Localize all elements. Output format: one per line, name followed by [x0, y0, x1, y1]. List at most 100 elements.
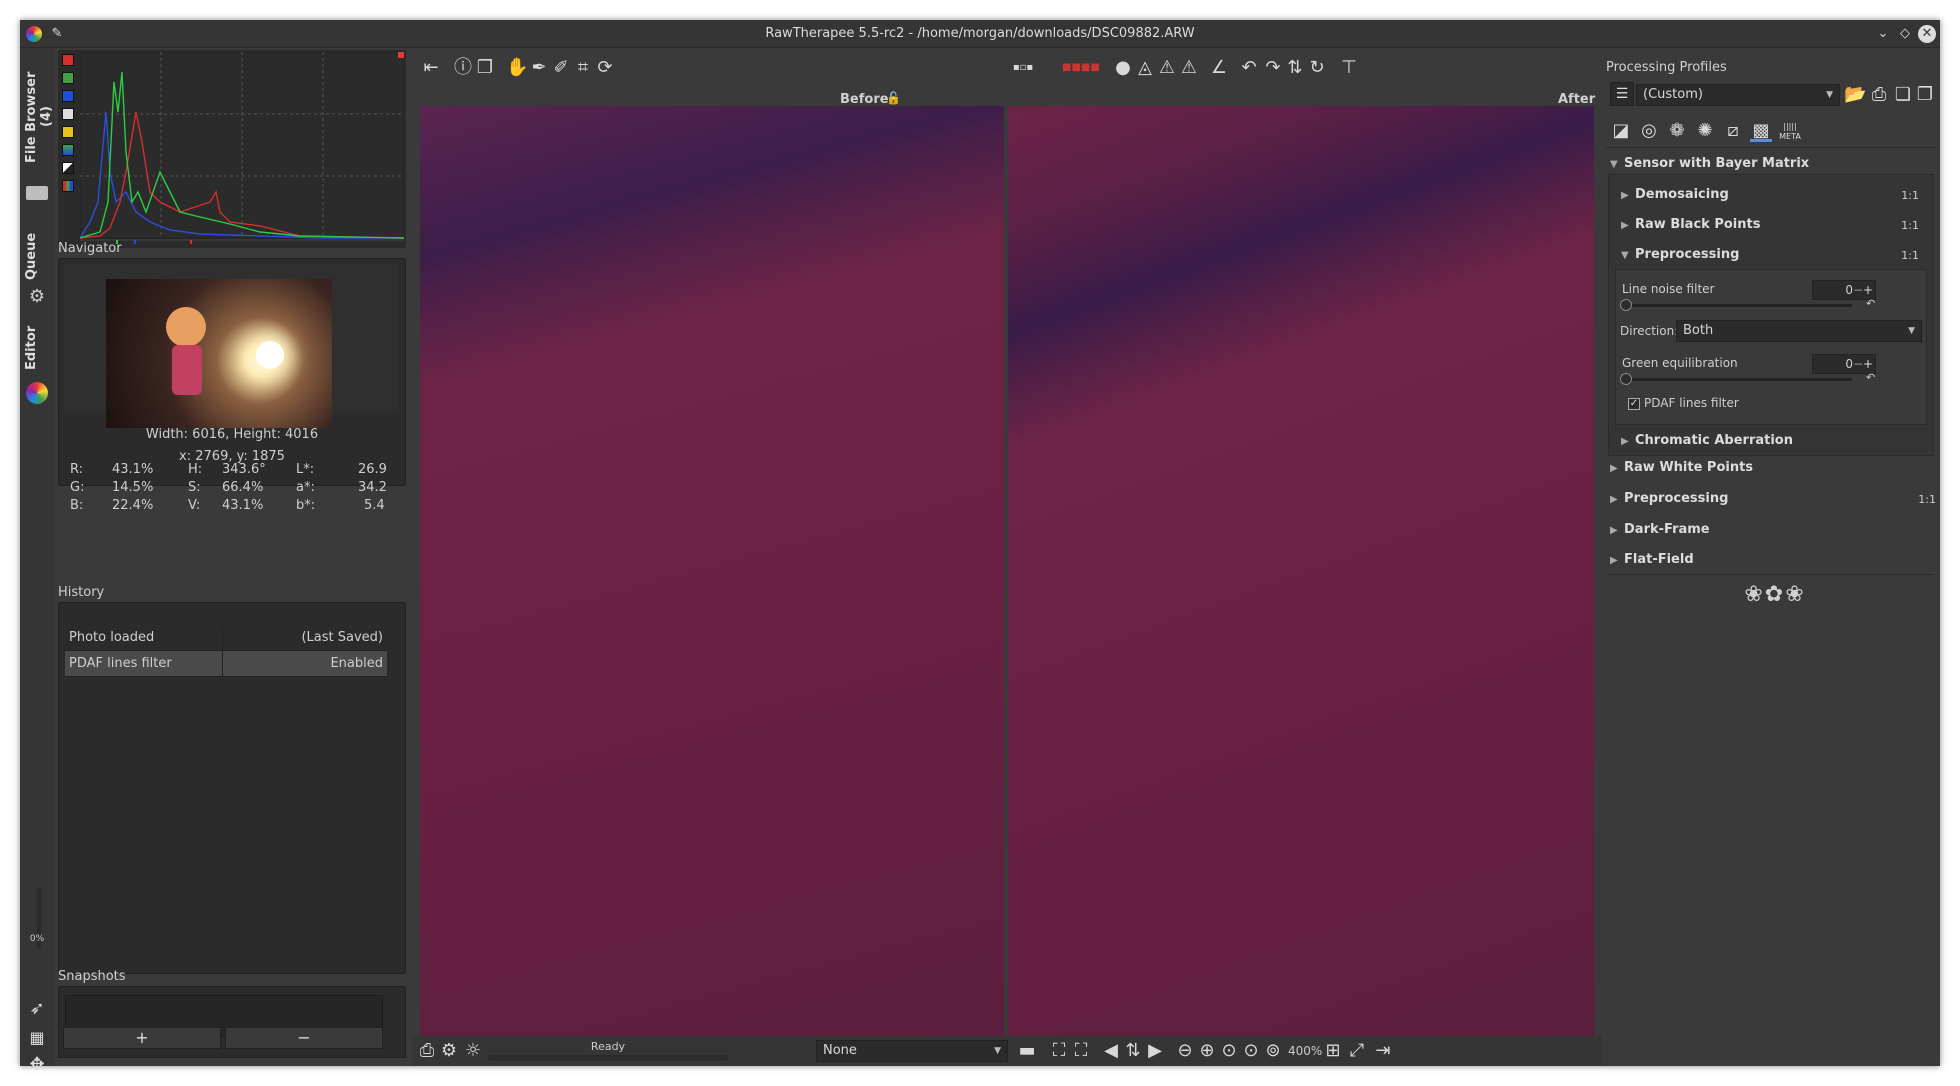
demosaicing-header[interactable]: ▶ Demosaicing — [1621, 187, 1729, 202]
send-to-editor-icon[interactable]: ➶ — [26, 998, 48, 1020]
focus-mask-icon[interactable]: ● — [1112, 57, 1134, 79]
reset-icon[interactable]: ↶ — [1866, 371, 1875, 384]
green-equilibration-slider[interactable] — [1624, 378, 1852, 381]
next-image-icon[interactable]: ▶ — [1144, 1040, 1166, 1062]
soft-proof-icon[interactable]: ⛶ — [1048, 1040, 1070, 1062]
fullscreen-icon[interactable]: ⤢ — [1346, 1040, 1368, 1062]
remove-snapshot-button[interactable]: − — [225, 1027, 383, 1049]
save-icon[interactable]: ⎙ — [416, 1040, 438, 1062]
direction-select[interactable]: Both ▼ — [1676, 320, 1922, 342]
zoom-out-icon[interactable]: ⊖ — [1174, 1040, 1196, 1062]
green-equilibration-knob[interactable] — [1620, 373, 1632, 385]
chromatic-aberration-header[interactable]: ▶ Chromatic Aberration — [1621, 433, 1793, 448]
straighten-icon[interactable]: ⟳ — [594, 57, 616, 79]
raw-toggle[interactable] — [62, 144, 74, 156]
profile-list-icon[interactable]: ☰ — [1610, 82, 1634, 106]
blue-channel-toggle[interactable] — [62, 90, 74, 102]
zoom-in-icon[interactable]: ⊕ — [1196, 1040, 1218, 1062]
preview-channel-icon[interactable]: ■■■■ — [1062, 57, 1100, 79]
tab-file-browser[interactable]: File Browser (4) — [24, 62, 54, 172]
warning-highlight-icon[interactable]: ⚠ — [1156, 57, 1178, 79]
new-detail-window-icon[interactable]: ⊞ — [1322, 1040, 1344, 1062]
queue-icon[interactable]: ⚙ — [438, 1040, 460, 1062]
editor-icon[interactable] — [26, 382, 48, 404]
zoom-100-icon[interactable]: ⊚ — [1262, 1040, 1284, 1062]
hide-left-panel-icon[interactable]: ⇤ — [420, 57, 442, 79]
raw-black-points-header[interactable]: ▶ Raw Black Points — [1621, 217, 1760, 232]
zoom-fit-icon[interactable]: ⊙ — [1218, 1040, 1240, 1062]
previous-image-icon[interactable]: ◀ — [1100, 1040, 1122, 1062]
line-noise-knob[interactable] — [1620, 299, 1632, 311]
advanced-tab-icon[interactable]: ✺ — [1694, 120, 1716, 142]
info-icon[interactable]: ⓘ — [452, 57, 474, 79]
r-label: R: — [70, 462, 84, 477]
hand-tool-icon[interactable]: ✋ — [506, 57, 528, 79]
chroma-toggle[interactable] — [62, 126, 74, 138]
exposure-tab-icon[interactable]: ◪ — [1610, 120, 1632, 142]
output-profile-select[interactable]: None ▼ — [816, 1040, 1008, 1062]
metadata-tab-icon[interactable]: ||||| META — [1778, 122, 1802, 142]
preview-background-icon[interactable]: ▪▫▪ — [1012, 57, 1034, 79]
perspective-icon[interactable]: ∠ — [1208, 57, 1230, 79]
hide-panel-icon[interactable]: ⇥ — [1372, 1040, 1394, 1062]
decrement-icon[interactable]: − — [1853, 281, 1863, 299]
flip-horizontal-icon[interactable]: ↻ — [1306, 57, 1328, 79]
profile-select[interactable]: (Custom) ▼ — [1636, 84, 1840, 106]
color-tab-icon[interactable]: ❁ — [1666, 120, 1688, 142]
raw-white-points-header[interactable]: ▶ Raw White Points — [1610, 460, 1753, 475]
warning-shadow-icon[interactable]: ⚠ — [1178, 57, 1200, 79]
pdaf-checkbox[interactable]: ✓ — [1628, 398, 1640, 410]
paste-profile-icon[interactable]: ❐ — [1914, 84, 1936, 106]
flat-field-header[interactable]: ▶ Flat-Field — [1610, 552, 1694, 567]
flip-vertical-icon[interactable]: ⇅ — [1284, 57, 1306, 79]
save-profile-icon[interactable]: ⎙ — [1868, 84, 1890, 106]
bar-toggle[interactable] — [62, 162, 74, 174]
external-editor-icon[interactable]: ☼ — [462, 1040, 484, 1062]
history-row[interactable]: Photo loaded (Last Saved) — [65, 625, 387, 651]
before-after-icon[interactable]: ❐ — [474, 57, 496, 79]
close-button[interactable]: ✕ — [1918, 25, 1936, 43]
folder-icon[interactable] — [26, 186, 48, 200]
line-noise-slider[interactable] — [1624, 304, 1852, 307]
transform-tab-icon[interactable]: ⧄ — [1722, 120, 1744, 142]
lock-icon[interactable]: 🔓 — [886, 91, 901, 105]
navigator-thumbnail[interactable] — [106, 279, 332, 428]
white-balance-picker-icon[interactable]: ✒ — [528, 57, 550, 79]
histogram-toggle-icon[interactable]: ▦ — [26, 1028, 48, 1050]
history-row-selected[interactable]: PDAF lines filter Enabled — [65, 651, 387, 677]
intent-icon[interactable]: ▬ — [1016, 1040, 1038, 1062]
move-icon[interactable]: ✥ — [26, 1054, 48, 1076]
decrement-icon[interactable]: − — [1853, 355, 1863, 373]
after-preview[interactable] — [1008, 106, 1594, 1036]
histogram — [58, 50, 406, 248]
detail-tab-icon[interactable]: ◎ — [1638, 120, 1660, 142]
maximize-button[interactable]: ◇ — [1896, 25, 1914, 43]
color-picker-icon[interactable]: ✐ — [550, 57, 572, 79]
gears-icon[interactable]: ⚙ — [26, 286, 48, 308]
hide-right-panel-icon[interactable]: ⊤ — [1338, 57, 1360, 79]
preprocessing2-header[interactable]: ▶ Preprocessing — [1610, 491, 1728, 506]
minimize-button[interactable]: ⌄ — [1874, 25, 1892, 43]
sync-icon[interactable]: ⇅ — [1122, 1040, 1144, 1062]
sensor-bayer-header[interactable]: ▼ Sensor with Bayer Matrix — [1610, 156, 1809, 171]
red-channel-toggle[interactable] — [62, 54, 74, 66]
raw-tab-icon[interactable]: ▩ — [1750, 120, 1772, 142]
tab-queue[interactable]: Queue — [24, 226, 50, 286]
crop-icon[interactable]: ⌗ — [572, 57, 594, 79]
rotate-right-icon[interactable]: ↷ — [1262, 57, 1284, 79]
rgb-bar-toggle[interactable] — [62, 180, 74, 192]
dark-frame-header[interactable]: ▶ Dark-Frame — [1610, 522, 1710, 537]
add-snapshot-button[interactable]: + — [63, 1027, 221, 1049]
reset-icon[interactable]: ↶ — [1866, 297, 1875, 310]
gamut-check-icon[interactable]: ⛶ — [1070, 1040, 1092, 1062]
preprocessing-header[interactable]: ▼ Preprocessing — [1621, 247, 1739, 262]
load-profile-icon[interactable]: 📂 — [1844, 84, 1866, 106]
green-channel-toggle[interactable] — [62, 72, 74, 84]
tab-editor[interactable]: Editor — [24, 318, 50, 378]
luminance-toggle[interactable] — [62, 108, 74, 120]
zoom-fit-crop-icon[interactable]: ⊙ — [1240, 1040, 1262, 1062]
rotate-left-icon[interactable]: ↶ — [1238, 57, 1260, 79]
copy-profile-icon[interactable]: ❏ — [1892, 84, 1914, 106]
before-preview[interactable] — [420, 106, 1004, 1036]
shadow-clip-icon[interactable]: ◬ — [1134, 57, 1156, 79]
